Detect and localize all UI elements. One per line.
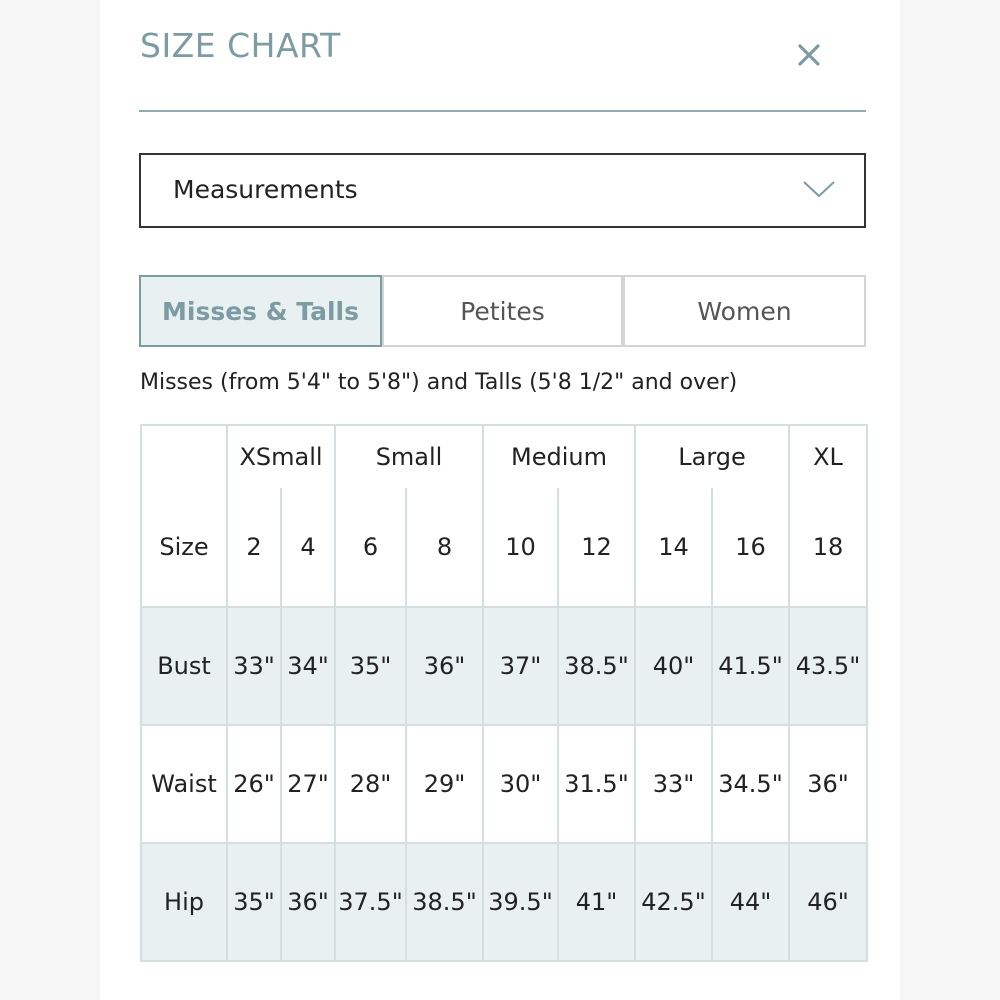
size-cell: 8 bbox=[405, 488, 485, 608]
row-label: Hip bbox=[140, 842, 228, 962]
value-cell: 26" bbox=[226, 724, 282, 844]
corner-cell bbox=[140, 424, 228, 488]
value-cell: 36" bbox=[405, 606, 485, 726]
size-cell: 2 bbox=[226, 488, 282, 608]
value-cell: 44" bbox=[711, 842, 791, 962]
value-cell: 29" bbox=[405, 724, 485, 844]
value-cell: 36" bbox=[788, 724, 869, 844]
close-icon bbox=[798, 44, 820, 66]
modal-title: SIZE CHART bbox=[140, 26, 341, 65]
value-cell: 39.5" bbox=[482, 842, 560, 962]
row-label: Waist bbox=[140, 724, 228, 844]
measurements-dropdown[interactable]: Measurements bbox=[139, 153, 866, 228]
dropdown-selected-value: Measurements bbox=[173, 175, 358, 204]
size-cell: 10 bbox=[482, 488, 560, 608]
table-row-waist: Waist 26" 27" 28" 29" 30" 31.5" 33" 34.5… bbox=[140, 724, 869, 844]
value-cell: 33" bbox=[226, 606, 282, 726]
value-cell: 35" bbox=[226, 842, 282, 962]
group-header: Small bbox=[334, 424, 485, 488]
size-cell: 12 bbox=[557, 488, 637, 608]
value-cell: 27" bbox=[279, 724, 337, 844]
size-category-tabs: Misses & Talls Petites Women bbox=[139, 275, 866, 347]
value-cell: 42.5" bbox=[634, 842, 714, 962]
tab-women[interactable]: Women bbox=[623, 275, 866, 347]
tab-petites[interactable]: Petites bbox=[382, 275, 623, 347]
value-cell: 41.5" bbox=[711, 606, 791, 726]
table-row-bust: Bust 33" 34" 35" 36" 37" 38.5" 40" 41.5"… bbox=[140, 606, 869, 726]
chevron-down-icon bbox=[803, 181, 835, 198]
value-cell: 43.5" bbox=[788, 606, 869, 726]
value-cell: 46" bbox=[788, 842, 869, 962]
value-cell: 37" bbox=[482, 606, 560, 726]
value-cell: 41" bbox=[557, 842, 637, 962]
value-cell: 37.5" bbox=[334, 842, 408, 962]
tab-misses-talls[interactable]: Misses & Talls bbox=[139, 275, 382, 347]
table-row-hip: Hip 35" 36" 37.5" 38.5" 39.5" 41" 42.5" … bbox=[140, 842, 869, 962]
row-label: Bust bbox=[140, 606, 228, 726]
value-cell: 28" bbox=[334, 724, 408, 844]
title-divider bbox=[139, 110, 866, 112]
value-cell: 38.5" bbox=[557, 606, 637, 726]
value-cell: 34.5" bbox=[711, 724, 791, 844]
value-cell: 31.5" bbox=[557, 724, 637, 844]
size-cell: 16 bbox=[711, 488, 791, 608]
value-cell: 34" bbox=[279, 606, 337, 726]
value-cell: 38.5" bbox=[405, 842, 485, 962]
value-cell: 33" bbox=[634, 724, 714, 844]
value-cell: 35" bbox=[334, 606, 408, 726]
size-row: Size 2 4 6 8 10 12 14 16 18 bbox=[140, 488, 869, 608]
size-cell: 18 bbox=[788, 488, 869, 608]
table-subtitle: Misses (from 5'4" to 5'8") and Talls (5'… bbox=[140, 370, 738, 395]
group-header: XSmall bbox=[225, 424, 337, 488]
value-cell: 36" bbox=[279, 842, 337, 962]
size-cell: 14 bbox=[634, 488, 714, 608]
row-label: Size bbox=[140, 488, 228, 608]
close-button[interactable] bbox=[792, 38, 826, 72]
group-header: Large bbox=[634, 424, 791, 488]
size-group-row: XSmall Small Medium Large XL bbox=[140, 424, 869, 488]
size-cell: 4 bbox=[279, 488, 337, 608]
value-cell: 30" bbox=[482, 724, 560, 844]
size-chart-table: XSmall Small Medium Large XL Size 2 4 6 … bbox=[140, 424, 869, 962]
group-header: XL bbox=[788, 424, 869, 488]
group-header: Medium bbox=[482, 424, 637, 488]
size-cell: 6 bbox=[334, 488, 408, 608]
value-cell: 40" bbox=[634, 606, 714, 726]
